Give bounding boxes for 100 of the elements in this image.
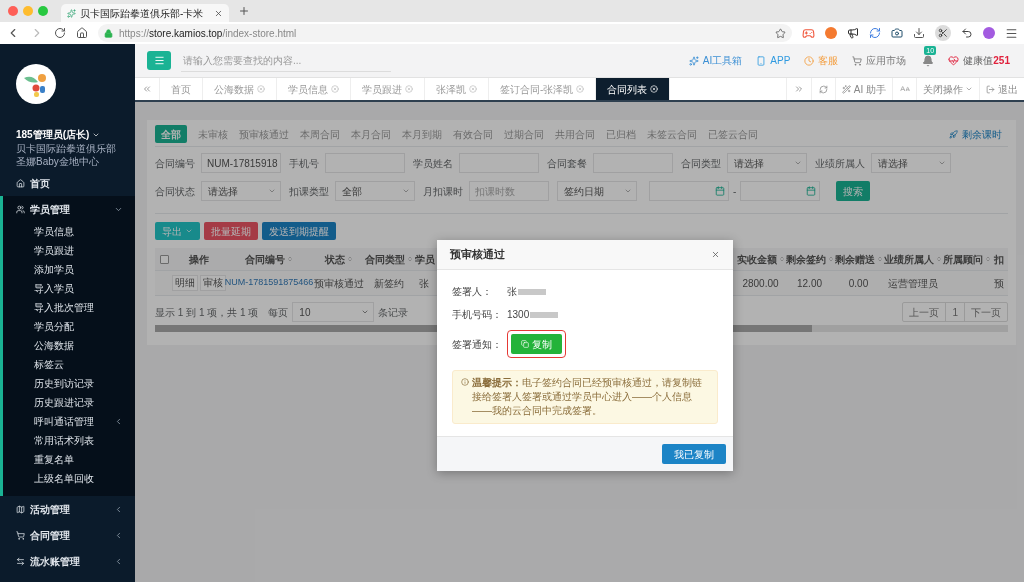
- sort-icon[interactable]: [876, 256, 883, 262]
- download-icon[interactable]: [913, 27, 925, 39]
- sidebar-subitem[interactable]: 导入批次管理: [3, 298, 135, 317]
- ai-assistant-button[interactable]: AI 助手: [834, 78, 892, 100]
- page-size-select[interactable]: 10: [292, 302, 375, 322]
- row-action-button[interactable]: 审核: [200, 275, 226, 291]
- scissors-button[interactable]: [935, 25, 951, 41]
- select-field[interactable]: 全部: [335, 181, 415, 201]
- sort-icon[interactable]: [985, 256, 991, 262]
- filter-tab[interactable]: 已归档: [606, 125, 636, 143]
- close-window-button[interactable]: [8, 6, 18, 16]
- toolbar-button[interactable]: 导出: [155, 222, 200, 240]
- reload-icon[interactable]: [54, 27, 66, 39]
- page-tab[interactable]: 首页: [160, 78, 203, 100]
- sidebar-subitem[interactable]: 常用话术列表: [3, 431, 135, 450]
- sidebar-item[interactable]: 流水账管理: [0, 548, 135, 574]
- sidebar-subitem[interactable]: 历史到访记录: [3, 374, 135, 393]
- date-field[interactable]: [740, 181, 821, 201]
- sort-icon[interactable]: [287, 256, 293, 262]
- sidebar-subitem[interactable]: 学员跟进: [3, 241, 135, 260]
- extension-icon[interactable]: [825, 27, 837, 39]
- select-field[interactable]: 请选择: [727, 153, 807, 173]
- select-field[interactable]: 签约日期: [557, 181, 637, 201]
- toolbar-button[interactable]: 批量延期: [204, 222, 258, 240]
- filter-tab[interactable]: 未签云合同: [647, 125, 697, 143]
- remaining-hours-link[interactable]: 剩余课时: [949, 126, 1002, 142]
- sidebar-subitem[interactable]: 历史跟进记录: [3, 393, 135, 412]
- page-tab[interactable]: 学员跟进: [351, 78, 425, 100]
- page-tab[interactable]: 学员信息: [277, 78, 351, 100]
- sort-icon[interactable]: [778, 256, 785, 262]
- date-field[interactable]: [649, 181, 729, 201]
- sidebar-item-label: 流水账管理: [30, 554, 81, 569]
- filter-tab[interactable]: 预审核通过: [239, 125, 289, 143]
- row-action-button[interactable]: 明细: [172, 275, 198, 291]
- contract-link[interactable]: NUM-1781591875466: [224, 276, 314, 290]
- filter-tab[interactable]: 已签云合同: [708, 125, 758, 143]
- menu-button[interactable]: [147, 51, 171, 70]
- sidebar-item[interactable]: 合同管理: [0, 522, 135, 548]
- sidebar-subitem[interactable]: 标签云: [3, 355, 135, 374]
- header-link[interactable]: APP: [756, 53, 791, 68]
- profile-avatar[interactable]: [983, 27, 995, 39]
- filter-tab[interactable]: 全部: [155, 125, 187, 143]
- new-tab-icon[interactable]: [238, 5, 250, 17]
- logout-button[interactable]: 退出: [979, 78, 1024, 100]
- zoom-window-button[interactable]: [38, 6, 48, 16]
- sort-icon[interactable]: [935, 256, 942, 262]
- header-link[interactable]: 应用市场: [852, 53, 907, 68]
- page-tab[interactable]: 公海数据: [203, 78, 277, 100]
- filter-tab[interactable]: 有效合同: [453, 125, 493, 143]
- bookmark-icon[interactable]: [775, 27, 786, 39]
- refresh-icon[interactable]: [869, 27, 881, 39]
- filter-tab[interactable]: 本月到期: [402, 125, 442, 143]
- search-field[interactable]: 请输入您需要查找的内容...: [181, 49, 391, 72]
- sidebar-subitem[interactable]: 上级名单回收: [3, 469, 135, 488]
- checkbox[interactable]: [159, 254, 169, 264]
- gamepad-icon[interactable]: [802, 26, 815, 40]
- header-link[interactable]: AI工具箱: [688, 53, 743, 68]
- sidebar-subitem[interactable]: 呼叫通话管理: [3, 412, 135, 431]
- select-field[interactable]: 请选择: [201, 181, 281, 201]
- filter-tab[interactable]: 共用合同: [555, 125, 595, 143]
- column-header: 业绩所属人: [883, 252, 934, 267]
- sidebar-subitem[interactable]: 重复名单: [3, 450, 135, 469]
- page-tab[interactable]: 合同列表: [596, 78, 671, 100]
- sidebar-subitem[interactable]: 公海数据: [3, 336, 135, 355]
- filter-tab[interactable]: 过期合同: [504, 125, 544, 143]
- filter-tab[interactable]: 本月合同: [351, 125, 391, 143]
- search-button[interactable]: 搜索: [836, 181, 871, 201]
- browser-tab[interactable]: 贝卡国际跆拳道俱乐部-卡米: [61, 4, 229, 22]
- confirm-button[interactable]: 我已复制: [662, 444, 726, 464]
- filter-tab[interactable]: 本周合同: [300, 125, 340, 143]
- sidebar-subitem[interactable]: 添加学员: [3, 260, 135, 279]
- header-link[interactable]: 客服: [804, 53, 839, 68]
- sidebar-item[interactable]: 首页: [0, 170, 135, 196]
- sort-icon[interactable]: [827, 256, 834, 262]
- home-icon[interactable]: [76, 27, 88, 39]
- user-name[interactable]: 185管理员(店长): [16, 128, 90, 142]
- select-field[interactable]: 请选择: [871, 153, 951, 173]
- sort-icon[interactable]: [407, 256, 413, 262]
- bell-icon[interactable]: [922, 54, 935, 67]
- sidebar-item[interactable]: 学员管理: [3, 196, 135, 222]
- sidebar-subitem[interactable]: 学员信息: [3, 222, 135, 241]
- megaphone-icon[interactable]: [847, 27, 859, 39]
- close-icon[interactable]: [711, 250, 720, 259]
- undo-icon[interactable]: [961, 27, 973, 39]
- copy-button[interactable]: 复制: [511, 334, 562, 354]
- sidebar-item-label: 合同管理: [30, 528, 71, 543]
- close-tab-icon[interactable]: [214, 8, 223, 18]
- input-field[interactable]: NUM-17815918: [201, 153, 281, 173]
- camera-icon[interactable]: [891, 27, 903, 39]
- page-tab[interactable]: 张泽凯: [425, 78, 489, 100]
- sort-icon[interactable]: [347, 256, 353, 262]
- minimize-window-button[interactable]: [23, 6, 33, 16]
- filter-tab[interactable]: 未审核: [198, 125, 228, 143]
- sidebar-subitem[interactable]: 导入学员: [3, 279, 135, 298]
- sidebar-item[interactable]: 活动管理: [0, 496, 135, 522]
- pagination-button[interactable]: 1: [945, 303, 964, 321]
- menu-icon[interactable]: [1005, 26, 1018, 40]
- close-options-button[interactable]: 关闭操作: [916, 78, 979, 100]
- toolbar-button[interactable]: 发送到期提醒: [262, 222, 336, 240]
- sidebar-subitem[interactable]: 学员分配: [3, 317, 135, 336]
